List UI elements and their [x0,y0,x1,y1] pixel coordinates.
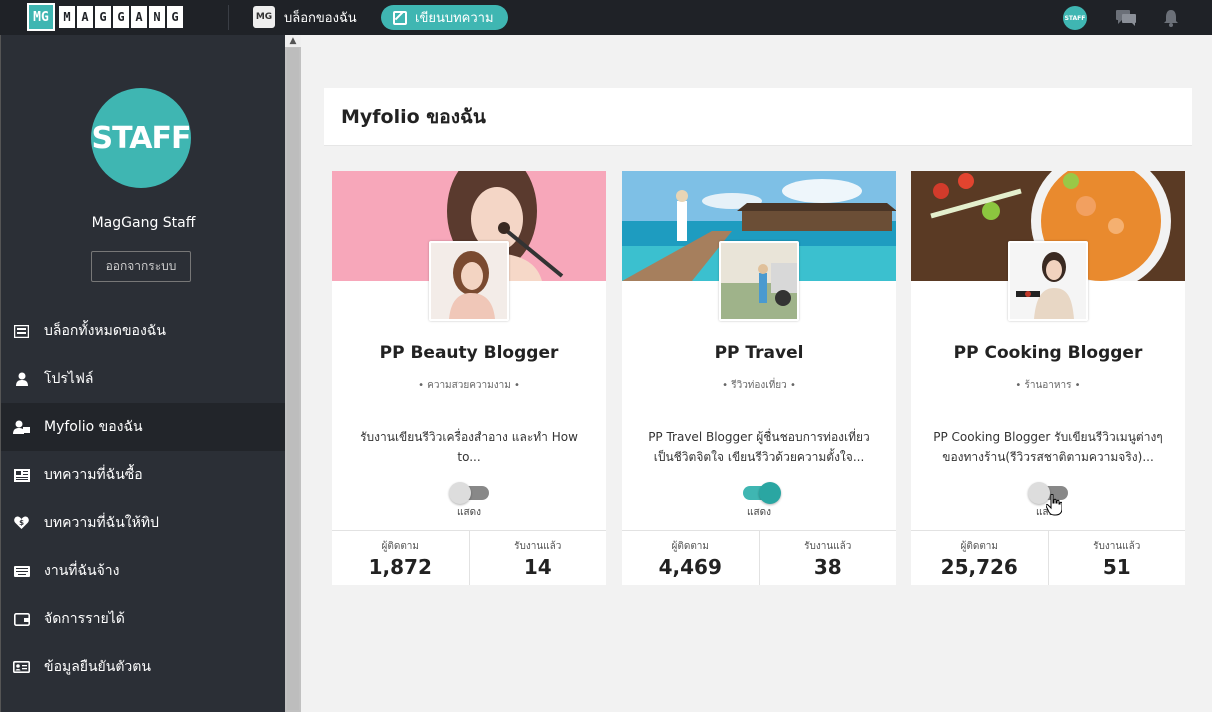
keyboard-icon [13,564,30,579]
logo-mark: MG [27,3,55,31]
profile-avatar: STAFF [91,88,191,188]
visibility-toggle[interactable] [739,482,781,504]
user-card-icon [13,420,30,435]
folio-card-travel[interactable]: PP Travel • รีวิวท่องเที่ยว • PP Travel … [622,171,896,585]
folio-card-beauty[interactable]: PP Beauty Blogger • ความสวยความงาม • รับ… [332,171,606,585]
user-name: MagGang Staff [91,215,196,231]
sidebar-scrollbar[interactable]: ▲ [285,35,301,712]
card-description: รับงานเขียนรีวิวเครื่องสำอาง และทำ How t… [360,430,578,464]
toggle-label: แสดง [747,507,771,518]
card-title: PP Cooking Blogger [953,343,1143,363]
sidebar: STAFF MagGang Staff ออกจากระบบ บล็อกทั้ง… [0,35,285,712]
logout-button[interactable]: ออกจากระบบ [91,251,191,282]
sidebar-item-label: โปรไฟล์ [44,371,94,387]
sidebar-item-label: งานที่ฉันจ้าง [44,563,120,579]
card-description: PP Cooking Blogger รับเขียนรีวิวเมนูต่าง… [933,430,1163,464]
user-icon [13,372,30,387]
heart-dollar-icon: $ [13,516,30,531]
bell-icon[interactable] [1162,9,1180,27]
my-blog-label: บล็อกของฉัน [284,10,357,26]
sidebar-item-purchased-articles[interactable]: บทความที่ฉันซื้อ [1,451,285,499]
write-article-button[interactable]: เขียนบทความ [381,5,508,30]
card-description: PP Travel Blogger ผู้ชื่นชอบการท่องเที่ย… [648,430,870,464]
card-stats: ผู้ติดตาม 25,726 รับงานแล้ว 51 [911,530,1185,585]
sidebar-item-myfolio[interactable]: Myfolio ของฉัน [1,403,285,451]
toggle-label: แสดง [457,507,481,518]
user-avatar[interactable]: STAFF [1063,6,1087,30]
hand-cursor-icon [1046,494,1062,516]
article-icon [13,468,30,483]
profile-thumbnail [429,241,509,321]
sidebar-item-label: บทความที่ฉันซื้อ [44,467,143,483]
card-title: PP Travel [714,343,804,363]
top-bar: MG MAGGANG MG บล็อกของฉัน เขียนบทความ ST… [0,0,1212,35]
page-title: Myfolio ของฉัน [341,105,486,128]
profile-thumbnail [1008,241,1088,321]
sidebar-item-identity[interactable]: ข้อมูลยืนยันตัวตน [1,643,285,691]
followers-stat: ผู้ติดตาม 25,726 [940,541,1018,579]
sidebar-item-income[interactable]: จัดการรายได้ [1,595,285,643]
id-card-icon [13,660,30,675]
jobs-stat: รับงานแล้ว 14 [468,531,607,585]
main-content: Myfolio ของฉัน PP Beauty Blogger • ความส… [301,35,1212,712]
sidebar-menu: บล็อกทั้งหมดของฉัน โปรไฟล์ Myfolio ของฉั… [1,307,285,691]
jobs-stat: รับงานแล้ว 38 [758,531,897,585]
folio-card-cooking[interactable]: PP Cooking Blogger • ร้านอาหาร • PP Cook… [911,171,1185,585]
jobs-stat: รับงานแล้ว 51 [1047,531,1186,585]
sidebar-item-all-blogs[interactable]: บล็อกทั้งหมดของฉัน [1,307,285,355]
card-title: PP Beauty Blogger [379,343,559,363]
page-header: Myfolio ของฉัน [324,88,1192,146]
write-article-label: เขียนบทความ [415,11,494,26]
card-stats: ผู้ติดตาม 4,469 รับงานแล้ว 38 [622,530,896,585]
card-category: • ร้านอาหาร • [1015,380,1081,391]
followers-stat: ผู้ติดตาม 4,469 [658,541,722,579]
list-icon [13,324,30,339]
logo-wordmark: MAGGANG [59,6,183,28]
blog-icon: MG [253,6,275,28]
followers-stat: ผู้ติดตาม 1,872 [368,541,432,579]
svg-text:$: $ [19,519,24,527]
maggang-logo[interactable]: MG MAGGANG [27,3,183,31]
sidebar-item-label: บทความที่ฉันให้ทิป [44,515,159,531]
scroll-up-arrow-icon[interactable]: ▲ [285,35,301,47]
card-category: • ความสวยความงาม • [418,380,520,391]
chat-icon[interactable] [1116,10,1136,26]
sidebar-item-label: จัดการรายได้ [44,611,125,627]
sidebar-item-label: Myfolio ของฉัน [44,419,143,435]
wallet-icon [13,612,30,627]
sidebar-item-profile[interactable]: โปรไฟล์ [1,355,285,403]
sidebar-item-label: ข้อมูลยืนยันตัวตน [44,659,151,675]
visibility-toggle[interactable] [449,482,489,504]
sidebar-item-label: บล็อกทั้งหมดของฉัน [44,323,166,339]
sidebar-item-my-jobs[interactable]: งานที่ฉันจ้าง [1,547,285,595]
sidebar-item-tipped-articles[interactable]: $ บทความที่ฉันให้ทิป [1,499,285,547]
profile-thumbnail [719,241,799,321]
card-category: • รีวิวท่องเที่ยว • [722,380,796,391]
scroll-thumb[interactable] [287,48,299,710]
edit-icon [393,10,407,25]
my-blog-link[interactable]: MG บล็อกของฉัน [253,6,357,28]
card-stats: ผู้ติดตาม 1,872 รับงานแล้ว 14 [332,530,606,585]
topbar-divider [228,5,229,30]
